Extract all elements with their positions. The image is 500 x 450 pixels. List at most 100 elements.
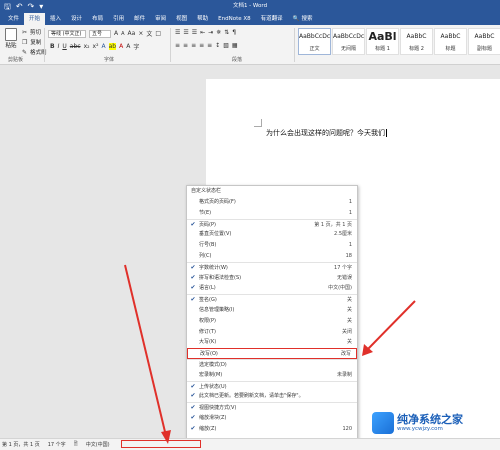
tab-6[interactable]: 邮件 xyxy=(129,13,150,25)
change-case-icon[interactable]: Aa xyxy=(128,30,136,37)
tab-10[interactable]: EndNote X8 xyxy=(213,13,256,25)
tab-2[interactable]: 插入 xyxy=(45,13,66,25)
document-body[interactable]: 为什么会出现这样的问题呢？今天我们 xyxy=(266,128,387,138)
menu-item[interactable]: ✔ 视图快捷方式(V) xyxy=(187,402,357,413)
font-family-select[interactable]: 等线 (中文正) xyxy=(48,29,86,38)
borders-icon[interactable]: ▦ xyxy=(232,42,238,49)
tab-11[interactable]: 有道翻译 xyxy=(256,13,288,25)
menu-item[interactable]: 行号(B) 1 xyxy=(187,240,357,251)
menu-item-value: 改写 xyxy=(340,351,351,358)
clear-format-icon[interactable]: ⨯ xyxy=(138,30,143,37)
text-cursor xyxy=(386,129,387,137)
language-status[interactable]: 中文(中国) xyxy=(86,441,110,448)
menu-item[interactable]: 垂直页位置(V) 2.5厘米 xyxy=(187,229,357,240)
sort-icon[interactable]: ⇅ xyxy=(224,29,229,36)
checkmark-icon xyxy=(187,197,199,208)
numbering-icon[interactable]: ☰ xyxy=(183,29,188,36)
checkmark-icon: ✔ xyxy=(190,392,196,400)
menu-item[interactable]: ✔ 缩放(Z) 120 xyxy=(187,424,357,435)
paste-button[interactable]: 粘贴 xyxy=(3,28,19,50)
checkmark-icon: ✔ xyxy=(190,220,196,228)
menu-item[interactable]: 改写(O) 改写 xyxy=(187,348,357,359)
menu-item-label: 签名(G) xyxy=(199,297,217,304)
menu-item[interactable]: 列(C) 18 xyxy=(187,251,357,262)
menu-item[interactable]: 权限(P) 关 xyxy=(187,316,357,327)
strikethrough-button[interactable]: abc xyxy=(70,43,81,50)
italic-button[interactable]: I xyxy=(58,43,60,50)
search-tab[interactable]: 🔍 搜索 xyxy=(288,13,318,25)
style-0[interactable]: AaBbCcDc 正文 xyxy=(298,28,331,55)
bullets-icon[interactable]: ☰ xyxy=(175,29,180,36)
style-4[interactable]: AaBbC 标题 xyxy=(434,28,467,55)
menu-item-value xyxy=(305,403,357,413)
show-marks-icon[interactable]: ¶ xyxy=(232,29,236,36)
subscript-button[interactable]: x₂ xyxy=(84,43,90,50)
tab-7[interactable]: 审阅 xyxy=(150,13,171,25)
menu-item[interactable]: ✔ 页码(P) 第 1 页，共 1 页 xyxy=(187,218,357,230)
multilevel-list-icon[interactable]: ☰ xyxy=(192,29,197,36)
divider xyxy=(44,28,45,62)
menu-item[interactable]: 节(E) 1 xyxy=(187,208,357,219)
menu-item[interactable]: 修订(T) 关闭 xyxy=(187,327,357,338)
menu-item[interactable]: 大写(K) 关 xyxy=(187,337,357,348)
menu-item[interactable]: 宏录制(M) 未录制 xyxy=(187,370,357,381)
tab-9[interactable]: 帮助 xyxy=(192,13,213,25)
status-bar[interactable]: 第 1 页，共 1 页 17 个字 🖹 中文(中国) xyxy=(0,438,500,450)
tab-8[interactable]: 视图 xyxy=(171,13,192,25)
word-count-status[interactable]: 17 个字 xyxy=(48,441,66,448)
bold-button[interactable]: B xyxy=(50,43,55,50)
tab-1[interactable]: 开始 xyxy=(24,13,46,25)
checkmark-icon xyxy=(187,360,199,370)
checkmark-icon xyxy=(187,305,199,316)
decrease-indent-icon[interactable]: ⇤ xyxy=(200,29,205,36)
checkmark-icon: ✔ xyxy=(190,284,196,292)
shading-icon[interactable]: ▧ xyxy=(223,42,229,49)
style-1[interactable]: AaBbCcDc 无间隔 xyxy=(332,28,365,55)
highlight-icon[interactable]: ab xyxy=(108,43,117,50)
align-left-icon[interactable]: ≡ xyxy=(175,42,180,49)
font-color-icon[interactable]: A xyxy=(119,43,123,50)
copy-button[interactable]: ❐ 复制 xyxy=(22,38,41,47)
line-spacing-icon[interactable]: ↕ xyxy=(215,42,220,49)
underline-button[interactable]: U xyxy=(62,43,66,50)
menu-item[interactable]: 格式页的页码(F) 1 xyxy=(187,197,357,208)
page-number-status[interactable]: 第 1 页，共 1 页 xyxy=(2,441,40,448)
menu-item[interactable]: 信息管理策略(I) 关 xyxy=(187,305,357,316)
increase-indent-icon[interactable]: ⇥ xyxy=(208,29,213,36)
menu-item[interactable]: ✔ 拼写和语法检查(S) 无错误 xyxy=(187,273,357,284)
menu-item[interactable]: ✔ 此文档已更新。若要刷新文档，请单击"保存"。 xyxy=(187,391,357,402)
phonetic-icon[interactable]: 文 xyxy=(146,29,152,38)
distribute-icon[interactable]: ≡ xyxy=(207,42,212,49)
menu-item-label: 语言(L) xyxy=(199,285,216,292)
enclose-char-icon[interactable]: 字 xyxy=(133,42,139,51)
justify-icon[interactable]: ≡ xyxy=(199,42,204,49)
tab-3[interactable]: 设计 xyxy=(66,13,87,25)
align-center-icon[interactable]: ≡ xyxy=(183,42,188,49)
proofing-icon[interactable]: 🖹 xyxy=(74,441,78,449)
chinese-layout-icon[interactable]: ✵ xyxy=(216,29,221,36)
style-5[interactable]: AaBbC 副标题 xyxy=(468,28,500,55)
shrink-font-button[interactable]: A xyxy=(121,31,124,37)
menu-item[interactable]: ✔ 上传状态(U) xyxy=(187,380,357,392)
align-right-icon[interactable]: ≡ xyxy=(191,42,196,49)
char-border-icon[interactable]: □ xyxy=(155,30,161,37)
menu-item[interactable]: ✔ 语言(L) 中文(中国) xyxy=(187,283,357,294)
style-3[interactable]: AaBbC 标题 2 xyxy=(400,28,433,55)
style-sample: AaBbC xyxy=(440,33,461,40)
menu-item[interactable]: ✔ 缩放滑块(Z) xyxy=(187,413,357,424)
menu-item[interactable]: ✔ 签名(G) 关 xyxy=(187,294,357,305)
tab-0[interactable]: 文件 xyxy=(3,13,24,25)
text-effects-icon[interactable]: A xyxy=(102,43,106,50)
font-size-select[interactable]: 五号 xyxy=(89,29,111,38)
cut-button[interactable]: ✂ 剪切 xyxy=(22,28,41,37)
tab-4[interactable]: 布局 xyxy=(87,13,108,25)
menu-item[interactable]: 选定模式(D) xyxy=(187,358,357,370)
style-2[interactable]: AaBl 标题 1 xyxy=(366,28,399,55)
tab-5[interactable]: 引用 xyxy=(108,13,129,25)
menu-item[interactable]: ✔ 字数统计(W) 17 个字 xyxy=(187,261,357,273)
char-shading-icon[interactable]: A xyxy=(126,43,130,50)
paste-label: 粘贴 xyxy=(5,43,17,49)
format-painter-button[interactable]: ✎ 格式刷 xyxy=(22,48,47,57)
superscript-button[interactable]: x² xyxy=(93,43,99,50)
grow-font-button[interactable]: A xyxy=(114,30,118,37)
